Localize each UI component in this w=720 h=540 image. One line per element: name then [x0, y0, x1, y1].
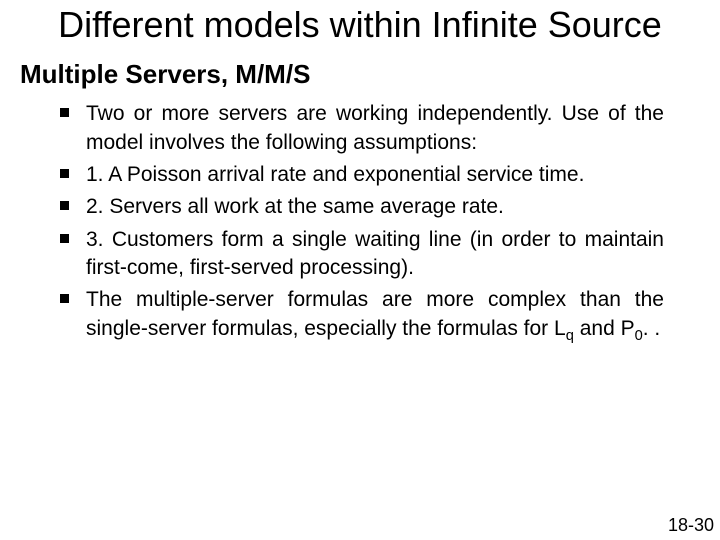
slide: Different models within Infinite Source …: [0, 0, 720, 540]
list-item: 1. A Poisson arrival rate and exponentia…: [56, 161, 664, 189]
list-item: The multiple-server formulas are more co…: [56, 286, 664, 343]
slide-subtitle: Multiple Servers, M/M/S: [0, 53, 720, 100]
slide-body: Two or more servers are working independ…: [0, 100, 720, 343]
list-item: 2. Servers all work at the same average …: [56, 193, 664, 221]
list-item: Two or more servers are working independ…: [56, 100, 664, 157]
bullet-list: Two or more servers are working independ…: [56, 100, 664, 343]
slide-title: Different models within Infinite Source: [0, 0, 720, 53]
list-item: 3. Customers form a single waiting line …: [56, 226, 664, 283]
page-number: 18-30: [668, 515, 714, 536]
